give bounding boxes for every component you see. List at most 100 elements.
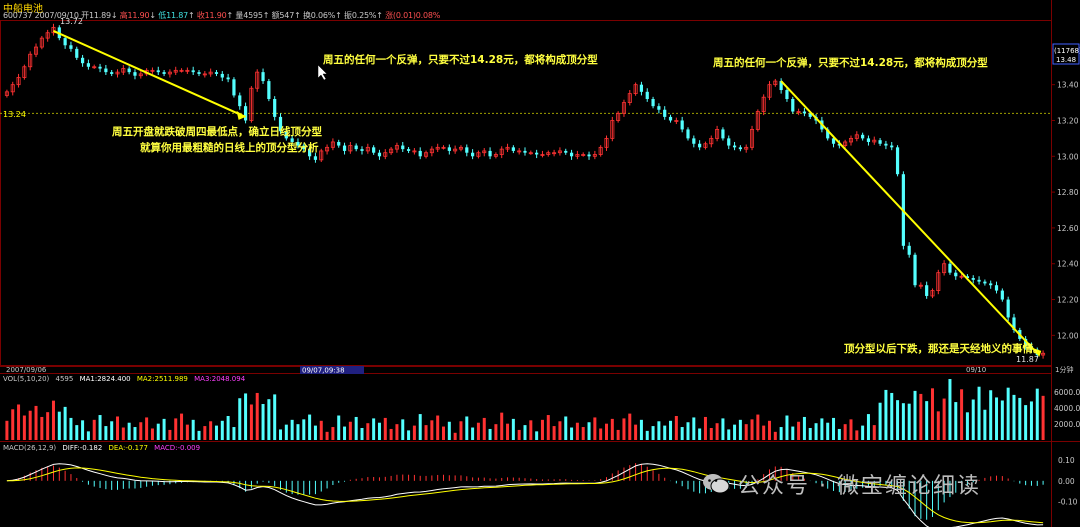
volume-bar — [313, 425, 317, 440]
volume-bar — [523, 425, 527, 440]
volume-bar — [174, 418, 178, 440]
macd-axis: 0.10 0.00 -0.10 — [1058, 456, 1078, 506]
volume-bar — [674, 416, 678, 440]
volume-bar — [750, 419, 754, 440]
date-right: 09/10 — [966, 366, 986, 374]
volume-bar — [28, 410, 32, 440]
candle-body — [104, 68, 108, 73]
candle-body — [191, 70, 195, 73]
volume-bar — [628, 413, 632, 440]
volume-bar — [267, 399, 271, 440]
volume-bar — [1035, 388, 1039, 440]
volume-bar — [861, 425, 865, 440]
kline-chart[interactable]: 13.6013.4013.2013.0012.8012.6012.4012.20… — [0, 0, 1080, 527]
volume-bar — [669, 420, 673, 440]
right-box-top: (11768) — [1054, 47, 1080, 55]
volume-bar — [738, 419, 742, 440]
candle-body — [267, 81, 271, 99]
candle-body — [372, 147, 376, 153]
volume-bar — [872, 425, 876, 440]
volume-bar — [145, 417, 149, 440]
price-tick-label: 13.00 — [1057, 152, 1079, 161]
volume-bar — [226, 416, 230, 440]
candle-body — [127, 68, 131, 73]
volume-bar — [447, 421, 451, 440]
volume-bar — [552, 426, 556, 440]
volume-bar — [75, 425, 79, 440]
candle-body — [884, 143, 888, 146]
candle-body — [698, 143, 702, 148]
volume-bar — [604, 423, 608, 440]
volume-bar — [104, 426, 108, 440]
volume-bar — [989, 390, 993, 440]
volume-bar — [878, 402, 882, 440]
volume-bar — [901, 403, 905, 440]
candle-body — [791, 98, 795, 112]
volume-bar — [494, 424, 498, 440]
candle-body — [511, 147, 515, 151]
candles — [4, 23, 1046, 359]
volume-bar — [459, 421, 463, 440]
volume-tick-label: 2000.00 — [1054, 420, 1080, 429]
volume-bar — [645, 430, 649, 440]
volume-bar — [255, 392, 259, 440]
candle-body — [663, 109, 667, 117]
price-tick-label: 13.20 — [1057, 116, 1079, 125]
volume-bar — [110, 421, 114, 440]
candle-body — [214, 72, 219, 74]
volume-bar — [180, 413, 184, 440]
volume-bar — [98, 415, 102, 440]
candle-body — [360, 149, 364, 151]
volume-bar — [46, 412, 50, 440]
candle-body — [727, 138, 731, 146]
volume-bar — [5, 420, 9, 440]
volume-bar — [354, 416, 358, 440]
volume-bar — [482, 417, 486, 440]
candle-body — [668, 116, 673, 121]
volume-bar — [570, 427, 574, 440]
volume-bar — [412, 425, 416, 440]
volume-bar — [232, 427, 236, 440]
volume-bar — [954, 402, 958, 440]
volume-bar — [820, 418, 824, 440]
candle-body — [913, 254, 917, 286]
candle-body — [197, 72, 201, 74]
volume-bar — [337, 415, 341, 440]
candle-body — [406, 149, 411, 151]
period-label[interactable]: 1分钟 — [1055, 365, 1073, 374]
candle-body — [63, 38, 67, 46]
candle-body — [878, 140, 882, 144]
volume-bar — [383, 417, 387, 440]
candle-body — [80, 57, 85, 64]
volume-bar — [209, 421, 213, 440]
volume-bar — [1018, 397, 1022, 440]
volume-bar — [389, 428, 393, 440]
volume-bar — [139, 422, 143, 440]
volume-bar — [773, 431, 777, 440]
volume-bar — [81, 420, 85, 440]
volume-bar — [162, 418, 166, 440]
candle-body — [226, 77, 230, 80]
candle-body — [721, 129, 725, 139]
volume-bar — [348, 421, 352, 440]
volume-bar — [476, 422, 480, 440]
volume-bar — [319, 420, 323, 440]
volume-bar — [40, 416, 44, 440]
price-tick-label: 12.40 — [1057, 260, 1079, 269]
volume-bar — [238, 398, 242, 440]
candle-body — [220, 73, 224, 78]
right-box-bottom: 13.48 — [1056, 56, 1076, 64]
volume-bar — [616, 429, 620, 440]
macd-tick-label: -0.10 — [1058, 497, 1078, 506]
volume-bar — [185, 424, 189, 440]
candle-body — [977, 279, 981, 282]
volume-bar — [913, 390, 917, 440]
volume-bar — [57, 411, 61, 440]
candle-body — [785, 90, 789, 99]
volume-bar — [546, 415, 550, 440]
macd-header: MACD(26,12,9) DIFF:-0.182 DEA:-0.177 MAC… — [3, 444, 200, 452]
volume-bar — [977, 386, 981, 440]
volume-bar — [791, 426, 795, 440]
volume-bar — [634, 424, 638, 440]
candle-body — [401, 145, 405, 150]
